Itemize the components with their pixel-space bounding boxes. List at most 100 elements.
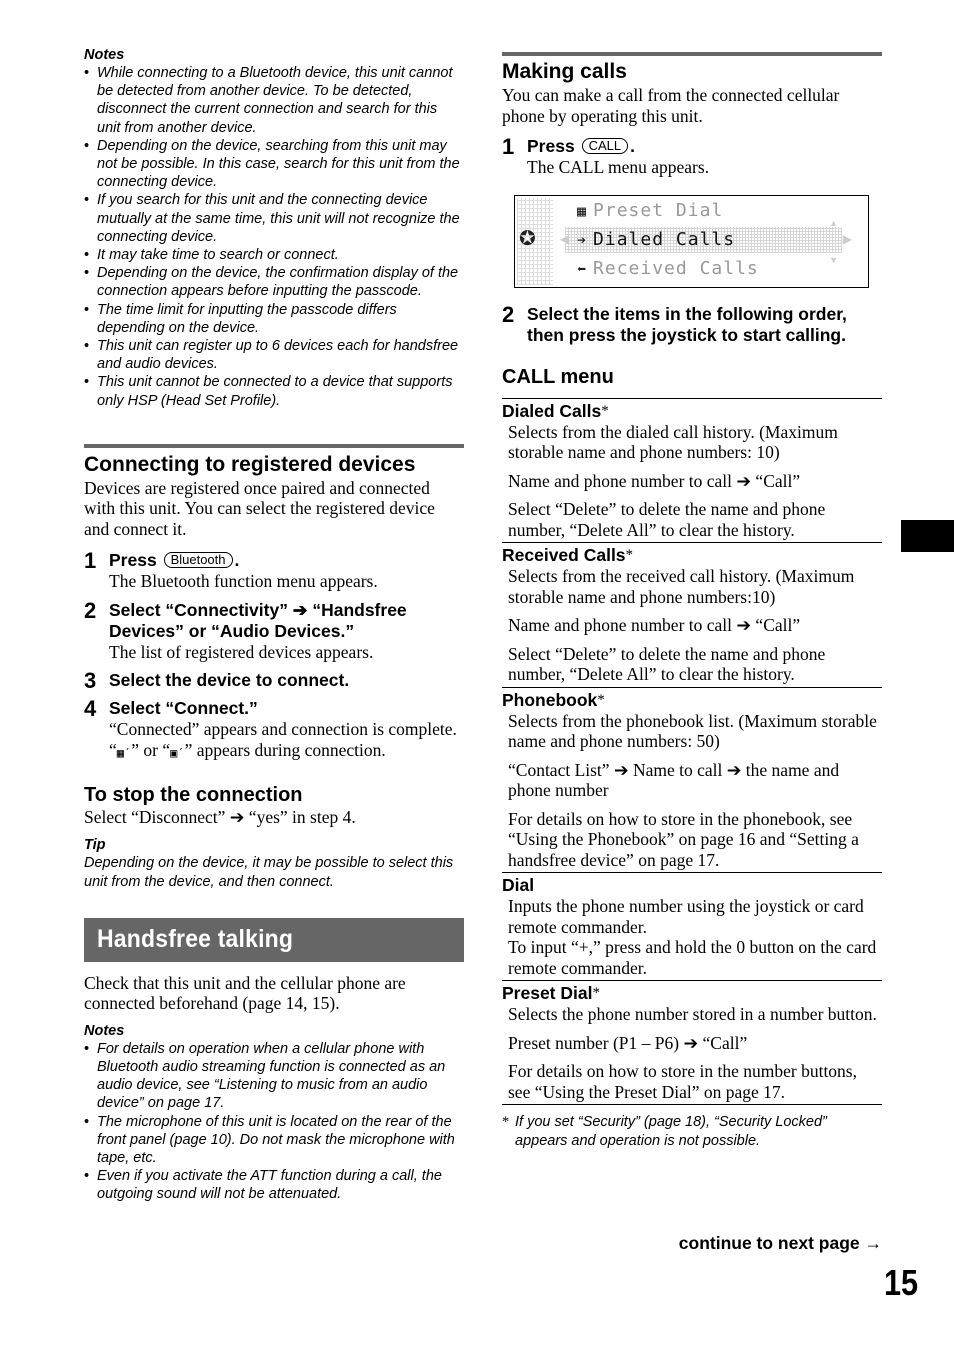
step-title: Press Bluetooth.	[109, 550, 464, 571]
asterisk-mark: *	[625, 547, 634, 563]
menu-item-desc: Select “Delete” to delete the name and p…	[508, 643, 826, 685]
menu-item-title: Phonebook*	[502, 690, 882, 711]
note-item: It may take time to search or connect.	[84, 246, 464, 264]
quote-open: “	[109, 739, 117, 760]
lcd-up-arrow-icon: ▲	[829, 217, 838, 228]
menu-end-rule	[502, 1104, 882, 1105]
joystick-icon: ✪	[519, 225, 536, 250]
step-1: 1 Press Bluetooth. The Bluetooth functio…	[84, 548, 464, 592]
received-calls-icon: ⬅	[577, 259, 588, 278]
step-number: 3	[84, 668, 97, 694]
menu-item-dialed-calls: Dialed Calls* Selects from the dialed ca…	[502, 397, 882, 541]
note-item: If you search for this unit and the conn…	[84, 191, 464, 246]
call-menu-list: Dialed Calls* Selects from the dialed ca…	[502, 397, 882, 1105]
tip-title: Tip	[84, 836, 106, 853]
note-item: This unit cannot be connected to a devic…	[84, 373, 464, 409]
step-number: 4	[84, 696, 97, 722]
lcd-item-label: Preset Dial	[593, 199, 724, 221]
lcd-down-arrow-icon: ▼	[829, 254, 838, 265]
menu-item-title: Dial	[502, 875, 882, 896]
menu-item-desc: Preset number (P1 – P6) ➔ “Call”	[508, 1032, 748, 1053]
note-item: This unit can register up to 6 devices e…	[84, 337, 464, 373]
menu-item-dial: Dial Inputs the phone number using the j…	[502, 872, 882, 978]
step-description: The Bluetooth function menu appears.	[109, 571, 378, 592]
call-step-2: 2 Select the items in the following orde…	[502, 302, 882, 346]
step-4: 4 Select “Connect.” “Connected” appears …	[84, 696, 464, 764]
step-title: Select the items in the following order,…	[527, 303, 847, 345]
menu-item-title-text: Received Calls	[502, 545, 626, 565]
menu-item-title-text: Dialed Calls	[502, 400, 602, 421]
left-column: Notes While connecting to a Bluetooth de…	[84, 46, 464, 1204]
lcd-menu-item-preset-dial: ▦ Preset Dial	[577, 200, 723, 221]
or-text: ” or “	[131, 739, 171, 760]
registered-intro: Devices are registered once paired and c…	[84, 477, 435, 539]
handsfree-banner: Handsfree talking	[84, 917, 464, 962]
call-menu-lcd-display: ✪ ◀ ▶ ▲ ▼ ▦ Preset Dial ➔ Dialed Calls ⬅ Re…	[514, 194, 869, 288]
menu-item-title-text: Dial	[502, 875, 535, 895]
section-rule	[84, 443, 464, 448]
note-item: The time limit for inputting the passcod…	[84, 301, 464, 337]
step-number: 1	[502, 134, 515, 159]
menu-item-title-text: Preset Dial	[502, 983, 593, 1003]
handsfree-notes-title: Notes	[84, 1022, 125, 1039]
chapter-tab-marker	[901, 520, 954, 552]
note-item: For details on operation when a cellular…	[84, 1040, 464, 1113]
page-number: 15	[884, 1262, 919, 1303]
menu-item-desc: Select “Delete” to delete the name and p…	[508, 499, 826, 540]
menu-item-desc: “Contact List” ➔ Name to call ➔ the name…	[508, 759, 840, 801]
menu-item-title: Preset Dial*	[502, 983, 882, 1004]
notes-block: Notes While connecting to a Bluetooth de…	[84, 46, 464, 410]
menu-item-preset-dial: Preset Dial* Selects the phone number st…	[502, 980, 882, 1102]
menu-item-desc: Selects from the dialed call history. (M…	[508, 421, 838, 463]
asterisk-mark: *	[592, 985, 600, 1001]
asterisk-mark: *	[601, 402, 609, 419]
menu-item-title: Dialed Calls*	[502, 401, 882, 422]
appears-text: ” appears during connection.	[184, 739, 386, 760]
step-description: The list of registered devices appears.	[109, 641, 374, 662]
step-2: 2 Select “Connectivity” ➔ “Handsfree Dev…	[84, 598, 464, 663]
step-title-suffix: .	[234, 550, 240, 571]
menu-item-desc: Name and phone number to call ➔ “Call”	[508, 470, 801, 491]
preset-dial-icon: ▦	[577, 201, 588, 220]
step-description-icons: “▦′” or “▣′” appears during connection.	[109, 740, 464, 764]
notes-title: Notes	[84, 47, 125, 63]
audio-connecting-icon: ▣′	[170, 745, 185, 760]
lcd-menu-item-dialed-calls: ➔ Dialed Calls	[577, 229, 735, 250]
call-step-1: 1 Press CALL. The CALL menu appears.	[502, 134, 882, 178]
step-title: Select “Connect.”	[109, 698, 258, 719]
note-item: While connecting to a Bluetooth device, …	[84, 64, 464, 137]
asterisk-mark: *	[597, 691, 605, 708]
continue-to-next-page: continue to next page →	[678, 1233, 882, 1253]
handsfree-banner-title: Handsfree talking	[97, 925, 294, 954]
registered-devices-heading: Connecting to registered devices	[84, 452, 416, 476]
dialed-calls-icon: ➔	[577, 230, 588, 249]
note-item: The microphone of this unit is located o…	[84, 1113, 464, 1168]
step-title-prefix: Press	[109, 550, 157, 571]
step-3: 3 Select the device to connect.	[84, 668, 464, 694]
note-item: Even if you activate the ATT function du…	[84, 1167, 464, 1203]
menu-item-desc: Selects from the phonebook list. (Maximu…	[508, 710, 877, 752]
step-description: “Connected” appears and connection is co…	[109, 719, 457, 740]
footnote-text: If you set “Security” (page 18), “Securi…	[515, 1114, 827, 1149]
footnote: * If you set “Security” (page 18), “Secu…	[502, 1113, 882, 1150]
step-title: Select the device to connect.	[109, 670, 350, 691]
menu-item-desc: Selects the phone number stored in a num…	[508, 1004, 877, 1024]
step-title-suffix: .	[630, 136, 635, 156]
step-title: Press CALL.	[527, 136, 882, 157]
menu-item-desc: Name and phone number to call ➔ “Call”	[508, 615, 801, 635]
tip-text: Depending on the device, it may be possi…	[84, 854, 454, 890]
lcd-item-label: Received Calls	[593, 257, 759, 279]
lcd-right-arrow-icon: ▶	[842, 231, 852, 246]
menu-item-phonebook: Phonebook* Selects from the phonebook li…	[502, 686, 882, 871]
step-number: 1	[84, 548, 97, 574]
menu-item-desc: For details on how to store in the phone…	[508, 808, 859, 870]
note-item: Depending on the device, searching from …	[84, 137, 464, 192]
lcd-item-label: Dialed Calls	[593, 228, 736, 250]
stop-connection-heading: To stop the connection	[84, 784, 303, 807]
menu-item-title-text: Phonebook	[502, 689, 598, 710]
step-description: The CALL menu appears.	[527, 157, 710, 177]
making-calls-intro: You can make a call from the connected c…	[502, 85, 840, 126]
making-calls-heading: Making calls	[502, 60, 627, 83]
lcd-menu-item-received-calls: ⬅ Received Calls	[577, 258, 759, 279]
bluetooth-button: Bluetooth	[163, 552, 233, 569]
